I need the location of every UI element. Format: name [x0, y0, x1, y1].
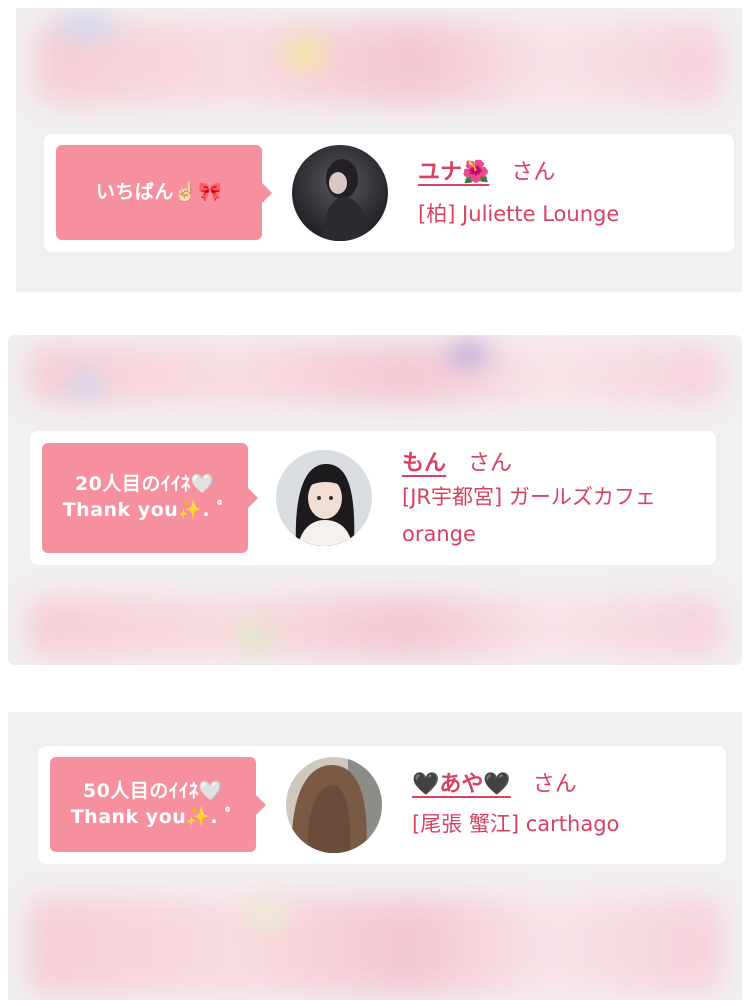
user-name-link[interactable]: 🖤あや🖤	[412, 766, 511, 798]
blurred-decoration	[448, 343, 488, 367]
shop-name: [JR宇都宮] ガールズカフェorange	[402, 485, 656, 546]
blurred-decoration	[68, 373, 102, 397]
profile-photo-icon	[276, 450, 372, 546]
notification-panel-2: 20人目のｲｲﾈ🤍 Thank you✨. ﾟ もん さん [JR宇都宮] ガー…	[8, 335, 742, 665]
blurred-content	[36, 22, 722, 104]
rank-bubble: いちばん☝🏻🎀	[56, 145, 272, 240]
bubble-text: 50人目のｲｲﾈ🤍	[82, 779, 224, 802]
like-card[interactable]: 50人目のｲｲﾈ🤍 Thank you✨. ﾟ 🖤あや🖤 さん [尾張 蟹江] …	[38, 746, 726, 864]
rank-bubble: 50人目のｲｲﾈ🤍 Thank you✨. ﾟ	[50, 757, 266, 852]
honorific: さん	[532, 772, 577, 797]
avatar[interactable]	[292, 145, 388, 241]
bubble-text: Thank you✨. ﾟ	[62, 499, 228, 521]
avatar[interactable]	[286, 757, 382, 853]
bubble-text: 20人目のｲｲﾈ🤍	[74, 473, 216, 496]
user-name-link[interactable]: ユナ🌺	[418, 154, 489, 186]
honorific: さん	[511, 160, 556, 185]
avatar[interactable]	[276, 450, 372, 546]
like-card[interactable]: 20人目のｲｲﾈ🤍 Thank you✨. ﾟ もん さん [JR宇都宮] ガー…	[30, 431, 716, 565]
blurred-decoration	[248, 902, 288, 928]
like-card[interactable]: いちばん☝🏻🎀 ユナ🌺 さん [柏] Juliette Lounge	[44, 134, 734, 252]
user-name-link[interactable]: もん	[402, 445, 446, 477]
blurred-content	[28, 345, 722, 403]
profile-photo-icon	[292, 145, 388, 241]
shop-name: [尾張 蟹江] carthago	[412, 812, 620, 836]
blurred-decoration	[286, 38, 326, 68]
blurred-content	[28, 898, 722, 994]
rank-bubble: 20人目のｲｲﾈ🤍 Thank you✨. ﾟ	[42, 443, 258, 553]
blurred-decoration	[238, 625, 272, 649]
profile-photo-icon	[286, 757, 382, 853]
shop-name: [柏] Juliette Lounge	[418, 202, 620, 226]
notification-panel-1: いちばん☝🏻🎀 ユナ🌺 さん [柏] Juliette Lounge	[16, 8, 742, 292]
blurred-decoration	[56, 18, 116, 38]
honorific: さん	[468, 451, 513, 476]
blurred-content	[28, 597, 722, 657]
bubble-text: いちばん☝🏻🎀	[95, 180, 223, 203]
bubble-text: Thank you✨. ﾟ	[70, 805, 236, 828]
notification-panel-3: 50人目のｲｲﾈ🤍 Thank you✨. ﾟ 🖤あや🖤 さん [尾張 蟹江] …	[8, 712, 742, 1000]
